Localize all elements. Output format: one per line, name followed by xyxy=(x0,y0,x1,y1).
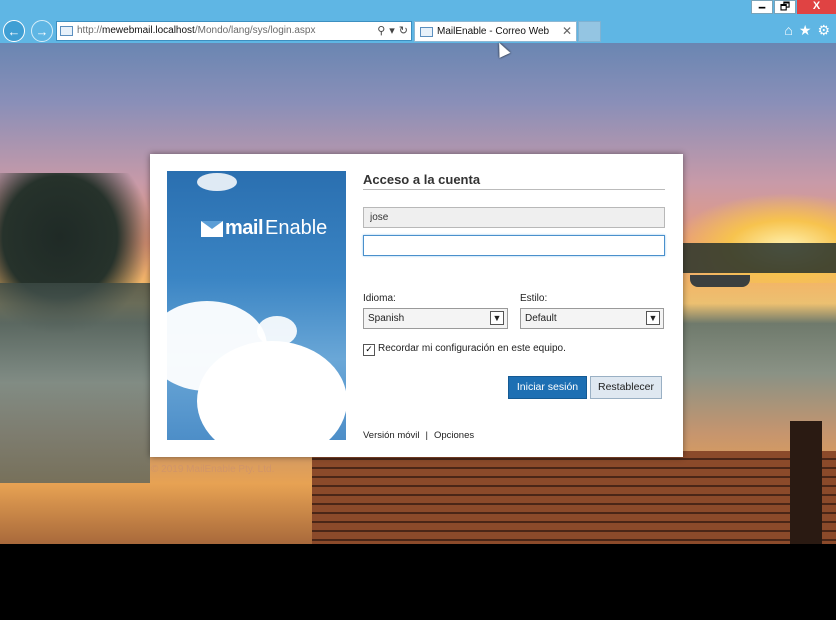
forward-button[interactable]: → xyxy=(31,20,53,42)
gear-icon[interactable]: ⚙ xyxy=(817,22,830,39)
distant-hills xyxy=(680,243,836,273)
cloud xyxy=(257,316,297,346)
brand-panel: mail Enable xyxy=(167,171,346,440)
browser-toolbar: ← → http://mewebmail.localhost/Mondo/lan… xyxy=(0,0,836,43)
forward-icon: → xyxy=(35,23,49,39)
browser-right-icons: ⌂ ★ ⚙ xyxy=(784,22,830,39)
tab-close-icon[interactable]: ✕ xyxy=(562,24,572,38)
copyright-text: © 2019 MailEnable Pty. Ltd. xyxy=(151,464,275,475)
url-prefix: http:// xyxy=(77,25,103,36)
mobile-version-link[interactable]: Versión móvil xyxy=(363,430,420,441)
new-tab-button[interactable] xyxy=(578,21,601,42)
password-input[interactable] xyxy=(363,235,665,256)
lake-reflection xyxy=(0,283,150,483)
language-label: Idioma: xyxy=(363,293,396,304)
logo-mail-text: mail xyxy=(225,217,264,239)
url-path: /Mondo/lang/sys/login.aspx xyxy=(194,25,316,36)
close-button[interactable]: X xyxy=(797,0,836,14)
logo-enable-text: Enable xyxy=(265,217,328,239)
footer-links: Versión móvil | Opciones xyxy=(363,430,474,441)
style-value: Default xyxy=(525,313,557,324)
options-link[interactable]: Opciones xyxy=(434,430,474,441)
link-separator: | xyxy=(425,430,428,441)
style-select[interactable]: Default ▼ xyxy=(520,308,664,329)
maximize-icon: 🗗 xyxy=(779,1,791,13)
back-icon: ← xyxy=(7,23,21,39)
refresh-icon[interactable]: ↻ xyxy=(399,24,408,37)
language-select[interactable]: Spanish ▼ xyxy=(363,308,508,329)
cloud xyxy=(197,173,237,191)
url-host: mewebmail.localhost xyxy=(102,25,195,36)
tab-title: MailEnable - Correo Web xyxy=(437,26,550,37)
style-label: Estilo: xyxy=(520,293,548,304)
cloud xyxy=(277,371,337,421)
address-tools: ⚲ ▾ ↻ xyxy=(377,24,408,37)
site-favicon-icon xyxy=(60,26,73,36)
close-icon: X xyxy=(812,0,821,12)
back-button[interactable]: ← xyxy=(3,20,25,42)
mailenable-logo: mail Enable xyxy=(201,217,327,240)
title-divider xyxy=(363,189,665,190)
login-card: mail Enable Acceso a la cuenta Idioma: S… xyxy=(150,154,683,457)
envelope-icon xyxy=(201,220,223,237)
chevron-down-icon: ▼ xyxy=(646,311,660,325)
remember-checkbox[interactable]: ✓ xyxy=(363,344,375,356)
login-button[interactable]: Iniciar sesión xyxy=(508,376,587,399)
remember-label: Recordar mi configuración en este equipo… xyxy=(378,343,566,354)
dock-post xyxy=(790,421,822,544)
dropdown-icon[interactable]: ▾ xyxy=(389,24,395,37)
tab-mailenable[interactable]: MailEnable - Correo Web ✕ xyxy=(414,21,577,42)
boat xyxy=(690,275,750,287)
address-url: http://mewebmail.localhost/Mondo/lang/sy… xyxy=(77,25,315,36)
search-icon[interactable]: ⚲ xyxy=(377,24,385,37)
username-input[interactable] xyxy=(363,207,665,228)
tab-favicon-icon xyxy=(420,27,433,37)
minimize-icon: 🗕 xyxy=(758,1,766,13)
language-value: Spanish xyxy=(368,313,405,324)
home-icon[interactable]: ⌂ xyxy=(784,22,792,39)
chevron-down-icon: ▼ xyxy=(490,311,504,325)
address-bar[interactable]: http://mewebmail.localhost/Mondo/lang/sy… xyxy=(56,21,412,41)
maximize-button[interactable]: 🗗 xyxy=(774,0,796,14)
star-icon[interactable]: ★ xyxy=(799,22,812,39)
minimize-button[interactable]: 🗕 xyxy=(751,0,773,14)
reset-button[interactable]: Restablecer xyxy=(590,376,662,399)
login-title: Acceso a la cuenta xyxy=(363,172,481,187)
wooden-dock xyxy=(312,451,836,544)
